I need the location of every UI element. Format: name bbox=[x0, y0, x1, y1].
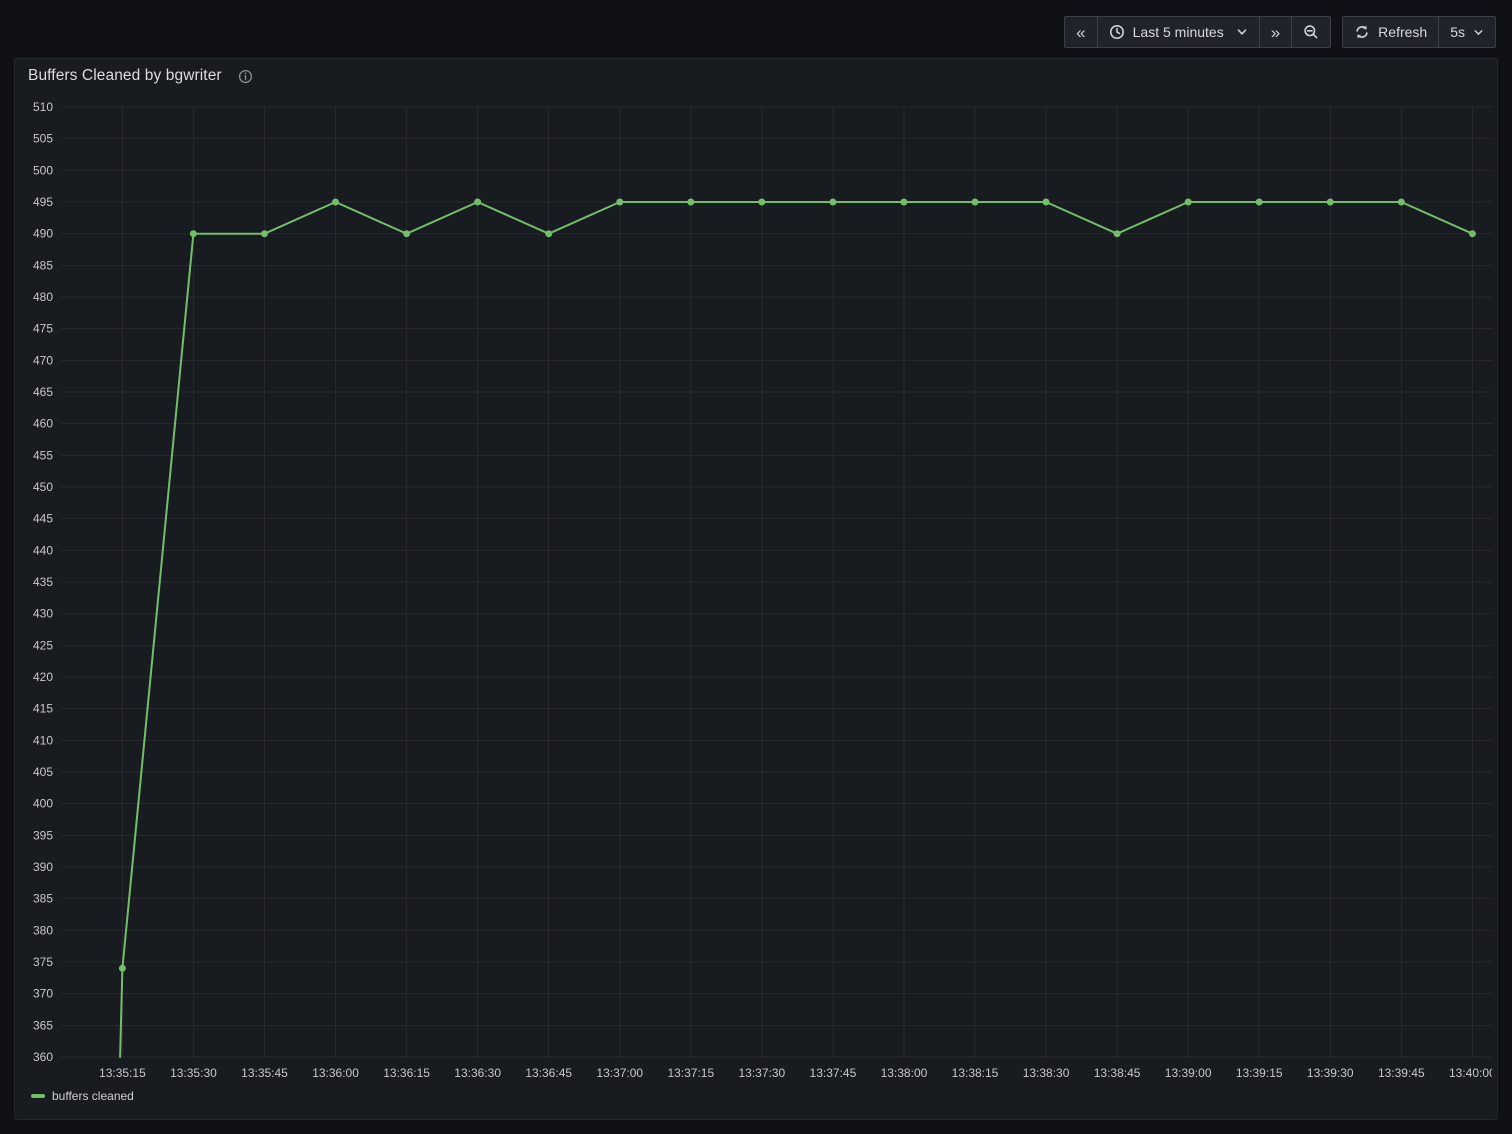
svg-text:13:35:45: 13:35:45 bbox=[241, 1066, 288, 1080]
svg-text:485: 485 bbox=[33, 258, 53, 272]
svg-text:13:36:45: 13:36:45 bbox=[525, 1066, 572, 1080]
chevron-down-icon bbox=[1236, 26, 1248, 38]
svg-text:360: 360 bbox=[33, 1050, 53, 1064]
svg-text:13:38:00: 13:38:00 bbox=[881, 1066, 928, 1080]
chevron-down-icon bbox=[1473, 27, 1484, 38]
time-range-picker[interactable]: Last 5 minutes bbox=[1096, 17, 1259, 47]
svg-text:13:37:00: 13:37:00 bbox=[596, 1066, 643, 1080]
svg-text:510: 510 bbox=[33, 100, 53, 114]
double-chevron-right-icon: » bbox=[1270, 22, 1281, 42]
svg-text:420: 420 bbox=[33, 670, 53, 684]
svg-text:460: 460 bbox=[33, 417, 53, 431]
time-range-label: Last 5 minutes bbox=[1132, 24, 1224, 40]
series-line-buffers-cleaned bbox=[119, 201, 1474, 1058]
svg-text:13:37:30: 13:37:30 bbox=[738, 1066, 785, 1080]
refresh-interval-value: 5s bbox=[1450, 24, 1465, 40]
refresh-label: Refresh bbox=[1378, 24, 1428, 40]
refresh-group: Refresh 5s bbox=[1342, 16, 1496, 48]
legend-series-color-dash bbox=[31, 1094, 45, 1098]
svg-text:13:38:30: 13:38:30 bbox=[1023, 1066, 1070, 1080]
svg-text:13:39:30: 13:39:30 bbox=[1307, 1066, 1354, 1080]
svg-text:13:38:45: 13:38:45 bbox=[1094, 1066, 1141, 1080]
double-chevron-left-icon: « bbox=[1076, 22, 1086, 42]
svg-text:13:35:15: 13:35:15 bbox=[99, 1066, 146, 1080]
svg-text:500: 500 bbox=[33, 163, 53, 177]
svg-text:405: 405 bbox=[33, 765, 53, 779]
time-series-chart[interactable]: 360 365 370 375 380 385 390 395 400 405 410 415 420 4… bbox=[15, 59, 1492, 1120]
refresh-icon bbox=[1354, 24, 1370, 40]
svg-text:385: 385 bbox=[33, 892, 53, 906]
svg-text:425: 425 bbox=[33, 638, 53, 652]
svg-text:365: 365 bbox=[33, 1018, 53, 1032]
y-axis-labels: 360 365 370 375 380 385 390 395 400 405 410 415 420 4… bbox=[33, 100, 53, 1064]
svg-text:445: 445 bbox=[33, 512, 53, 526]
svg-text:13:36:15: 13:36:15 bbox=[383, 1066, 430, 1080]
time-range-group: « Last 5 minutes » bbox=[1064, 16, 1332, 48]
time-controls-toolbar: « Last 5 minutes » Refresh 5s bbox=[1064, 16, 1496, 48]
svg-text:13:36:00: 13:36:00 bbox=[312, 1066, 359, 1080]
svg-text:13:37:45: 13:37:45 bbox=[810, 1066, 857, 1080]
svg-text:455: 455 bbox=[33, 448, 53, 462]
panel-title[interactable]: Buffers Cleaned by bgwriter bbox=[28, 67, 222, 85]
svg-text:435: 435 bbox=[33, 575, 53, 589]
svg-text:13:38:15: 13:38:15 bbox=[952, 1066, 999, 1080]
svg-text:13:37:15: 13:37:15 bbox=[667, 1066, 714, 1080]
svg-text:370: 370 bbox=[33, 987, 53, 1001]
svg-text:430: 430 bbox=[33, 607, 53, 621]
panel-buffers-cleaned: Buffers Cleaned by bgwriter 360 365 370 375… bbox=[14, 58, 1498, 1120]
series-points-buffers-cleaned bbox=[118, 198, 1476, 972]
svg-text:440: 440 bbox=[33, 543, 53, 557]
refresh-interval-picker[interactable]: 5s bbox=[1438, 17, 1495, 47]
chart-gridlines bbox=[61, 106, 1492, 1058]
svg-text:13:39:45: 13:39:45 bbox=[1378, 1066, 1425, 1080]
svg-text:465: 465 bbox=[33, 385, 53, 399]
svg-text:470: 470 bbox=[33, 353, 53, 367]
svg-text:480: 480 bbox=[33, 290, 53, 304]
svg-text:13:39:15: 13:39:15 bbox=[1236, 1066, 1283, 1080]
svg-text:395: 395 bbox=[33, 828, 53, 842]
legend-series-label[interactable]: buffers cleaned bbox=[52, 1089, 134, 1103]
svg-text:415: 415 bbox=[33, 702, 53, 716]
zoom-out-button[interactable] bbox=[1291, 17, 1330, 47]
time-shift-forward-button[interactable]: » bbox=[1258, 17, 1291, 47]
svg-text:505: 505 bbox=[33, 132, 53, 146]
svg-text:400: 400 bbox=[33, 797, 53, 811]
clock-icon bbox=[1109, 24, 1125, 40]
svg-text:390: 390 bbox=[33, 860, 53, 874]
svg-text:380: 380 bbox=[33, 923, 53, 937]
zoom-out-icon bbox=[1303, 24, 1319, 40]
svg-text:450: 450 bbox=[33, 480, 53, 494]
svg-text:13:35:30: 13:35:30 bbox=[170, 1066, 217, 1080]
svg-text:475: 475 bbox=[33, 322, 53, 336]
svg-text:410: 410 bbox=[33, 733, 53, 747]
svg-text:13:36:30: 13:36:30 bbox=[454, 1066, 501, 1080]
panel-header[interactable]: Buffers Cleaned by bgwriter bbox=[28, 64, 253, 88]
svg-text:13:40:00: 13:40:00 bbox=[1449, 1066, 1492, 1080]
info-icon[interactable] bbox=[238, 69, 253, 84]
time-shift-back-button[interactable]: « bbox=[1065, 17, 1096, 47]
svg-text:375: 375 bbox=[33, 955, 53, 969]
svg-text:13:39:00: 13:39:00 bbox=[1165, 1066, 1212, 1080]
legend: buffers cleaned bbox=[31, 1089, 134, 1103]
x-axis-labels: 13:35:15 13:35:30 13:35:45 13:36:00 13:36:15… bbox=[99, 1066, 1492, 1080]
svg-text:490: 490 bbox=[33, 227, 53, 241]
svg-text:495: 495 bbox=[33, 195, 53, 209]
refresh-button[interactable]: Refresh bbox=[1343, 17, 1438, 47]
